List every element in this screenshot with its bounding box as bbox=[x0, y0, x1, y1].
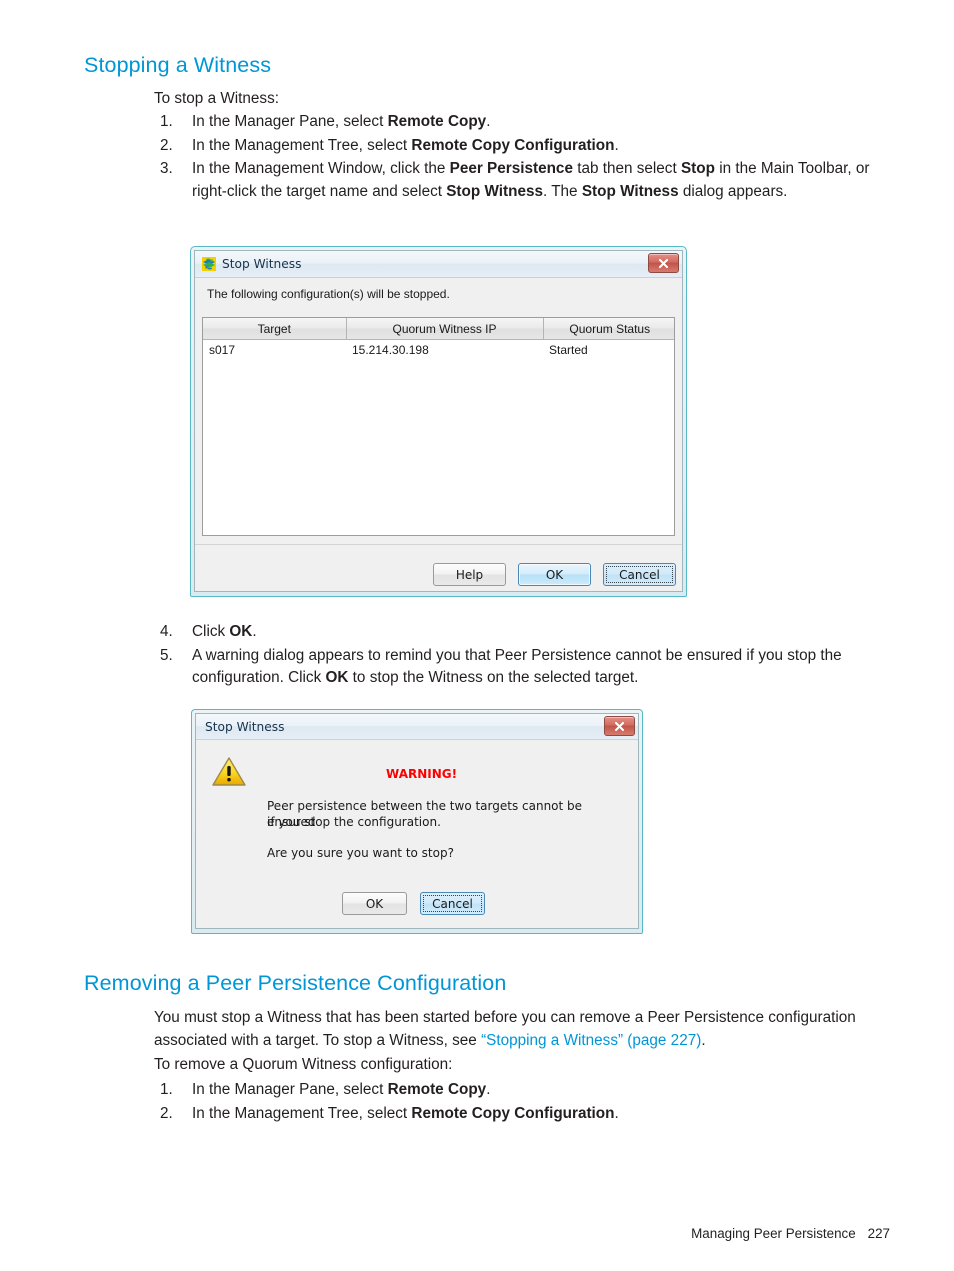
warning-dialog-title-bar[interactable]: Stop Witness bbox=[196, 714, 638, 740]
removing-intro-paragraph: You must stop a Witness that has been st… bbox=[154, 1007, 899, 1052]
intro-text-stop-witness: To stop a Witness: bbox=[154, 90, 279, 107]
cell-quorum-status: Started bbox=[543, 339, 674, 360]
list-item: 2. In the Management Tree, select Remote… bbox=[154, 1103, 899, 1126]
document-page: Stopping a Witness To stop a Witness: 1.… bbox=[0, 0, 954, 1271]
stop-witness-instruction: The following configuration(s) will be s… bbox=[195, 278, 682, 310]
cell-quorum-witness-ip: 15.214.30.198 bbox=[346, 339, 543, 360]
list-item: 2. In the Management Tree, select Remote… bbox=[154, 135, 899, 158]
stop-witness-title: Stop Witness bbox=[222, 257, 302, 271]
section-heading-removing-a-peer-persistence-configuration: Removing a Peer Persistence Configuratio… bbox=[84, 971, 507, 995]
list-item: 5. A warning dialog appears to remind yo… bbox=[154, 645, 899, 690]
steps-list-stop-witness: 1. In the Manager Pane, select Remote Co… bbox=[154, 111, 899, 204]
intro-text-remove-quorum-witness: To remove a Quorum Witness configuration… bbox=[154, 1056, 453, 1073]
warning-button-row: OK Cancel bbox=[342, 892, 485, 915]
button-bar-divider bbox=[195, 544, 682, 545]
steps-list-stop-witness-continued: 4. Click OK. 5. A warning dialog appears… bbox=[154, 621, 899, 691]
list-item-number: 4. bbox=[160, 623, 173, 640]
table-header-row: Target Quorum Witness IP Quorum Status bbox=[203, 318, 674, 340]
list-item: 4. Click OK. bbox=[154, 621, 899, 644]
list-item-text: A warning dialog appears to remind you t… bbox=[192, 646, 842, 687]
list-item-number: 2. bbox=[160, 136, 173, 154]
column-header-quorum-witness-ip[interactable]: Quorum Witness IP bbox=[346, 318, 544, 340]
table-row[interactable]: s017 15.214.30.198 Started bbox=[203, 339, 674, 360]
configurations-table[interactable]: Target Quorum Witness IP Quorum Status s… bbox=[202, 317, 675, 536]
warning-dialog-inner: Stop Witness WARNING! Peer persistence b… bbox=[195, 713, 639, 929]
list-item-number: 1. bbox=[160, 1081, 173, 1098]
ok-button[interactable]: OK bbox=[342, 892, 407, 915]
footer-page-number: 227 bbox=[867, 1226, 890, 1241]
stop-witness-warning-dialog[interactable]: Stop Witness WARNING! Peer persistence b… bbox=[191, 709, 643, 934]
stop-witness-dialog[interactable]: Stop Witness The following configuration… bbox=[190, 246, 687, 597]
steps-list-remove-configuration: 1. In the Manager Pane, select Remote Co… bbox=[154, 1079, 899, 1126]
stop-witness-button-row: Help OK Cancel bbox=[433, 563, 676, 586]
list-item: 3. In the Management Window, click the P… bbox=[154, 158, 899, 203]
list-item: 1. In the Manager Pane, select Remote Co… bbox=[154, 111, 899, 134]
warning-dialog-title: Stop Witness bbox=[205, 719, 285, 734]
cancel-button[interactable]: Cancel bbox=[420, 892, 485, 915]
list-item-text: In the Manager Pane, select Remote Copy. bbox=[192, 1081, 491, 1098]
column-header-quorum-status[interactable]: Quorum Status bbox=[543, 318, 674, 340]
list-item-number: 2. bbox=[160, 1104, 173, 1122]
stop-witness-title-bar[interactable]: Stop Witness bbox=[195, 251, 682, 278]
footer-chapter-title: Managing Peer Persistence bbox=[691, 1226, 856, 1241]
list-item-number: 5. bbox=[160, 646, 173, 664]
ok-button[interactable]: OK bbox=[518, 563, 591, 586]
close-icon[interactable] bbox=[648, 253, 679, 273]
cell-target: s017 bbox=[203, 339, 346, 360]
warning-body-line-3: Are you sure you want to stop? bbox=[267, 846, 454, 860]
help-button[interactable]: Help bbox=[433, 563, 506, 586]
cross-reference-link[interactable]: “Stopping a Witness” (page 227) bbox=[481, 1032, 701, 1049]
list-item-text: In the Manager Pane, select Remote Copy. bbox=[192, 113, 491, 130]
section-heading-stopping-a-witness: Stopping a Witness bbox=[84, 53, 272, 77]
close-icon[interactable] bbox=[604, 716, 635, 736]
list-item: 1. In the Manager Pane, select Remote Co… bbox=[154, 1079, 899, 1102]
cancel-button[interactable]: Cancel bbox=[603, 563, 676, 586]
column-header-target[interactable]: Target bbox=[203, 318, 347, 340]
warning-triangle-icon bbox=[212, 756, 246, 792]
warning-body-line-2: if you stop the configuration. bbox=[267, 815, 441, 829]
stop-witness-dialog-inner: Stop Witness The following configuration… bbox=[194, 250, 683, 592]
page-footer: Managing Peer Persistence 227 bbox=[691, 1226, 890, 1241]
stacked-layers-icon bbox=[201, 256, 217, 272]
list-item-text: In the Management Tree, select Remote Co… bbox=[192, 136, 619, 154]
paragraph-text-part-2: . bbox=[701, 1031, 706, 1049]
warning-label: WARNING! bbox=[386, 767, 458, 781]
list-item-number: 3. bbox=[160, 160, 173, 177]
list-item-number: 1. bbox=[160, 113, 173, 130]
list-item-text: In the Management Window, click the Peer… bbox=[192, 160, 870, 200]
list-item-text: Click OK. bbox=[192, 623, 257, 640]
list-item-text: In the Management Tree, select Remote Co… bbox=[192, 1104, 619, 1122]
